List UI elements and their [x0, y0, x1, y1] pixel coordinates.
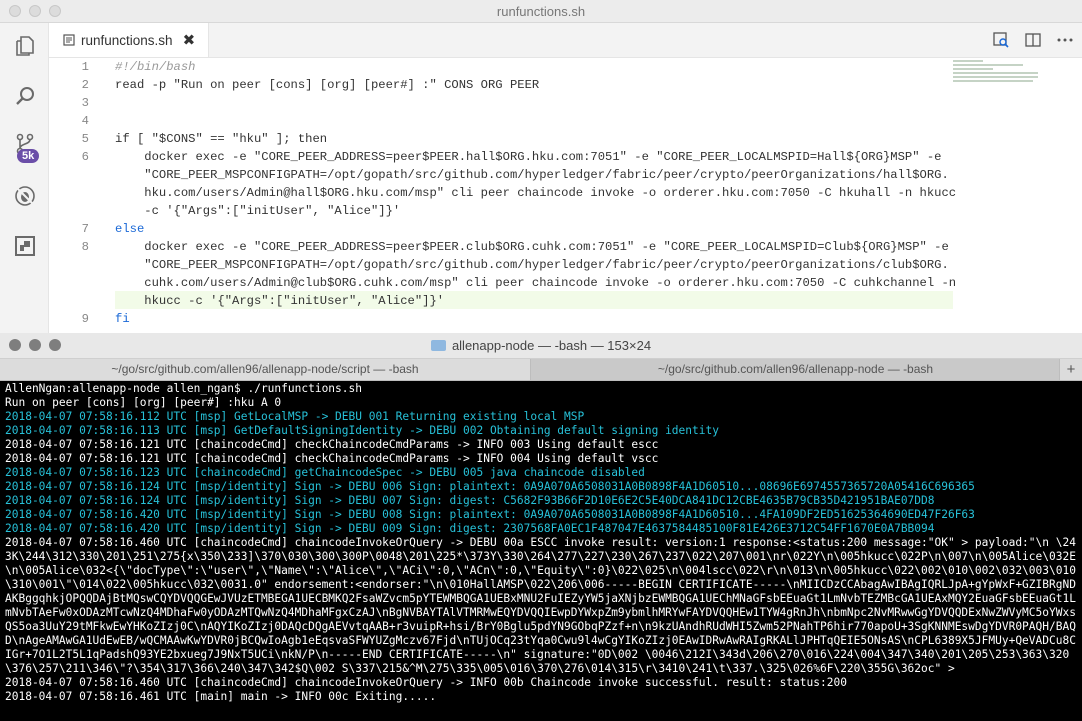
- more-actions-icon[interactable]: [1056, 31, 1074, 49]
- line-number: 7: [81, 222, 89, 236]
- code-line: fi: [115, 312, 130, 326]
- folder-icon: [430, 340, 446, 351]
- terminal-line: Run on peer [cons] [org] [peer#] :hku A …: [5, 396, 282, 409]
- code-line: hku.com/users/Admin@hall$ORG.hku.com/msp…: [115, 186, 957, 200]
- open-preview-icon[interactable]: [992, 31, 1010, 49]
- terminal-line: 2018-04-07 07:58:16.420 UTC [msp/identit…: [5, 522, 935, 535]
- editor-tab-bar: runfunctions.sh ✖: [49, 23, 1082, 58]
- terminal-line: 2018-04-07 07:58:16.461 UTC [main] main …: [5, 690, 437, 703]
- terminal-line: AllenNgan:allenapp-node allen_ngan$ ./ru…: [5, 382, 362, 395]
- terminal-tab-allenapp-node[interactable]: ~/go/src/github.com/allen96/allenapp-nod…: [531, 359, 1060, 380]
- editor-window: runfunctions.sh 5k runfunctions.sh ✖ 1 #…: [0, 0, 1082, 333]
- code-line: docker exec -e "CORE_PEER_ADDRESS=peer$P…: [115, 150, 942, 164]
- tab-label: runfunctions.sh: [81, 32, 173, 48]
- line-number: 9: [81, 312, 89, 326]
- editor-window-title: runfunctions.sh: [496, 4, 586, 19]
- code-line: "CORE_PEER_MSPCONFIGPATH=/opt/gopath/src…: [115, 258, 949, 272]
- activity-bar: 5k: [0, 23, 49, 333]
- file-icon: [63, 34, 75, 46]
- terminal-tab-script[interactable]: ~/go/src/github.com/allen96/allenapp-nod…: [0, 359, 531, 380]
- minimap[interactable]: [953, 58, 1043, 98]
- code-line: "CORE_PEER_MSPCONFIGPATH=/opt/gopath/src…: [115, 168, 949, 182]
- debug-icon[interactable]: [12, 183, 38, 209]
- terminal-output[interactable]: AllenNgan:allenapp-node allen_ngan$ ./ru…: [0, 380, 1082, 721]
- code-line: -c '{"Args":["initUser", "Alice"]}': [115, 204, 401, 218]
- terminal-window: allenapp-node — -bash — 153×24 ~/go/src/…: [0, 333, 1082, 721]
- new-tab-button[interactable]: +: [1059, 359, 1082, 380]
- code-line: hkucc -c '{"Args":["initUser", "Alice"]}…: [115, 294, 445, 308]
- line-number: 8: [81, 240, 89, 254]
- line-number: 3: [81, 96, 89, 110]
- code-line: cuhk.com/users/Admin@club$ORG.cuhk.com/m…: [115, 276, 957, 290]
- terminal-line: 2018-04-07 07:58:16.121 UTC [chaincodeCm…: [5, 452, 659, 465]
- line-number: 6: [81, 150, 89, 164]
- code-line: read -p "Run on peer [cons] [org] [peer#…: [115, 78, 540, 92]
- terminal-line: 2018-04-07 07:58:16.420 UTC [msp/identit…: [5, 508, 975, 521]
- terminal-line: 2018-04-07 07:58:16.124 UTC [msp/identit…: [5, 480, 975, 493]
- close-tab-icon[interactable]: ✖: [183, 31, 196, 49]
- split-editor-icon[interactable]: [1024, 31, 1042, 49]
- extensions-icon[interactable]: [12, 233, 38, 259]
- terminal-line: 2018-04-07 07:58:16.124 UTC [msp/identit…: [5, 494, 935, 507]
- terminal-tab-bar: ~/go/src/github.com/allen96/allenapp-nod…: [0, 359, 1082, 381]
- terminal-line: 2018-04-07 07:58:16.112 UTC [msp] GetLoc…: [5, 410, 585, 423]
- line-number: 2: [81, 78, 89, 92]
- line-number: 4: [81, 114, 89, 128]
- terminal-line: 2018-04-07 07:58:16.123 UTC [chaincodeCm…: [5, 466, 645, 479]
- tab-runfunctions[interactable]: runfunctions.sh ✖: [49, 23, 209, 57]
- code-editor[interactable]: 1 #!/bin/bash 2 read -p "Run on peer [co…: [49, 58, 1082, 333]
- code-line: if [ "$CONS" == "hku" ]; then: [115, 132, 328, 146]
- source-control-badge: 5k: [17, 149, 40, 163]
- terminal-titlebar: allenapp-node — -bash — 153×24: [0, 333, 1082, 359]
- code-line: docker exec -e "CORE_PEER_ADDRESS=peer$P…: [115, 240, 949, 254]
- editor-titlebar: runfunctions.sh: [0, 0, 1082, 23]
- line-number: 1: [81, 60, 89, 74]
- explorer-icon[interactable]: [12, 33, 38, 59]
- terminal-line: 2018-04-07 07:58:16.113 UTC [msp] GetDef…: [5, 424, 719, 437]
- search-icon[interactable]: [12, 83, 38, 109]
- terminal-line-escc-result: 2018-04-07 07:58:16.460 UTC [chaincodeCm…: [5, 536, 1076, 675]
- terminal-line: 2018-04-07 07:58:16.460 UTC [chaincodeCm…: [5, 676, 847, 689]
- code-line: #!/bin/bash: [115, 60, 196, 74]
- line-number: 5: [81, 132, 89, 146]
- code-line: else: [115, 222, 145, 236]
- terminal-line: 2018-04-07 07:58:16.121 UTC [chaincodeCm…: [5, 438, 659, 451]
- terminal-window-title: allenapp-node — -bash — 153×24: [451, 338, 652, 353]
